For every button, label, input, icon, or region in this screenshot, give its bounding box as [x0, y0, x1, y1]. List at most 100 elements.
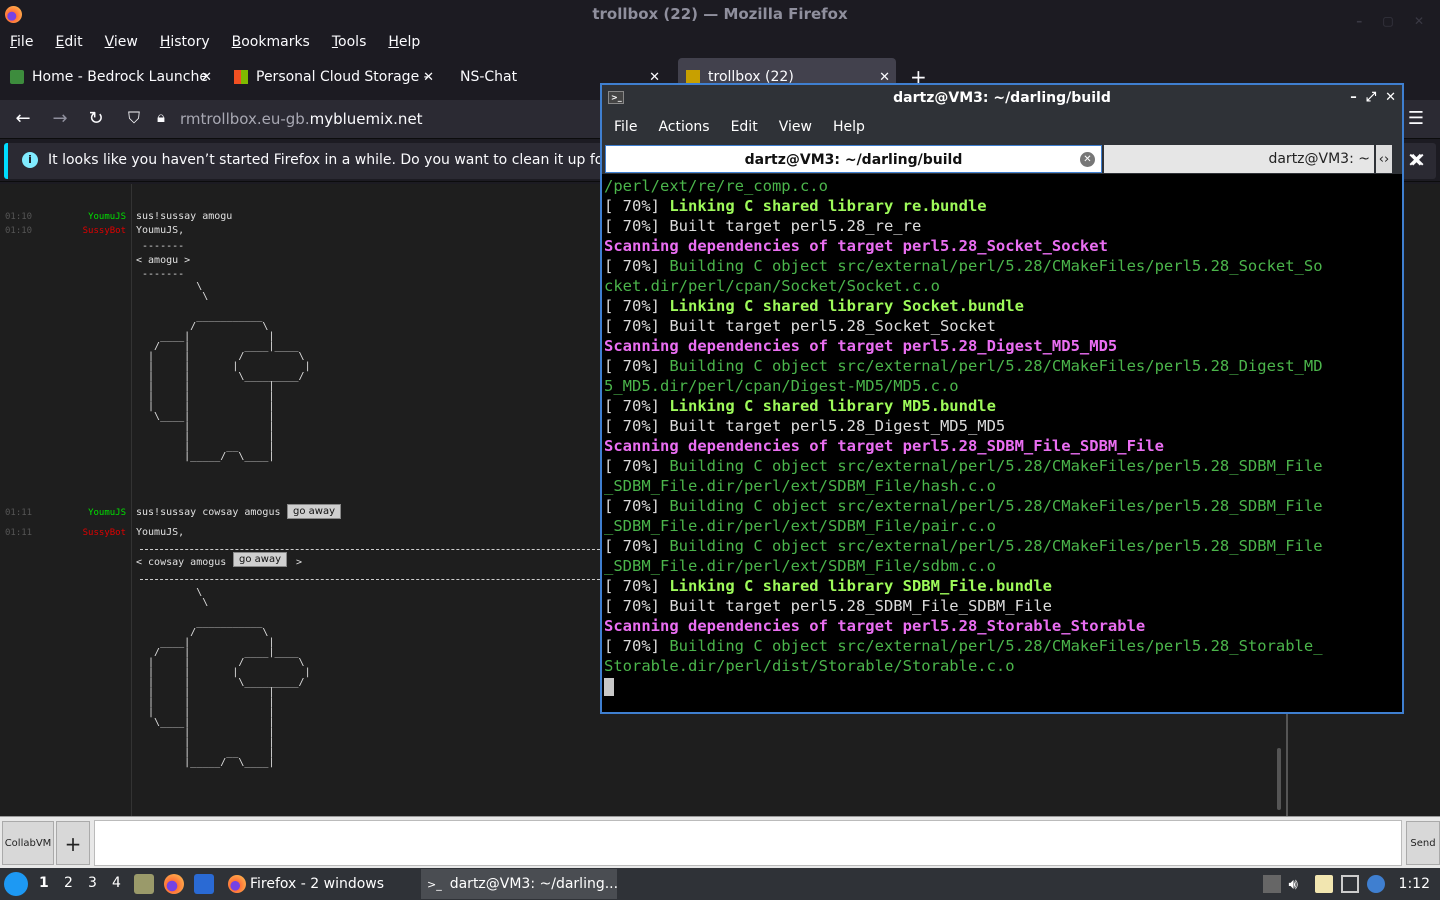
menu-edit[interactable]: Edit	[731, 119, 758, 135]
terminal-prompt-line	[604, 676, 1400, 696]
terminal-line-segment: Linking C shared library re.bundle	[669, 197, 987, 215]
terminal-line-segment: Scanning dependencies of target perl5.28…	[604, 237, 1108, 255]
terminal-tab-active[interactable]: dartz@VM3: ~/darling/build ✕	[605, 145, 1102, 173]
desktop-icon[interactable]	[194, 874, 214, 894]
close-tab-icon[interactable]: ✕	[1080, 152, 1095, 167]
go-away-button[interactable]: go away	[233, 552, 287, 567]
terminal-line-segment: [ 70%]	[604, 457, 670, 475]
menu-tools[interactable]: Tools	[332, 34, 367, 50]
file-manager-icon[interactable]	[134, 874, 154, 894]
start-menu-icon[interactable]	[4, 872, 28, 896]
terminal-line: Storable.dir/perl/dist/Storable/Storable…	[604, 656, 1400, 676]
network-icon[interactable]	[1340, 875, 1359, 893]
menu-help[interactable]: Help	[388, 34, 420, 50]
bedrock-icon	[10, 70, 24, 84]
terminal-line-segment: Building C object src/external/perl/5.28…	[669, 357, 1323, 375]
taskbar-firefox[interactable]: Firefox - 2 windows	[222, 869, 418, 899]
terminal-menubar: File Actions Edit View Help	[602, 111, 1402, 143]
back-arrow-icon[interactable]: ←	[12, 108, 34, 129]
terminal-line-segment: Building C object src/external/perl/5.28…	[669, 257, 1323, 275]
close-tab-icon[interactable]: ✕	[423, 70, 434, 85]
menu-view[interactable]: View	[105, 34, 138, 50]
terminal-line-segment: Building C object src/external/perl/5.28…	[669, 637, 1323, 655]
terminal-line: cket.dir/perl/cpan/Socket/Socket.c.o	[604, 276, 1400, 296]
task-label: dartz@VM3: ~/darling...	[449, 876, 619, 892]
message-text: YoumuJS,	[136, 527, 185, 538]
maximize-icon[interactable]: ⤢	[1366, 90, 1376, 105]
go-away-button[interactable]: go away	[287, 504, 341, 519]
menu-file[interactable]: File	[10, 34, 33, 50]
terminal-line-segment: cket.dir/perl/cpan/Socket/Socket.c.o	[604, 277, 940, 295]
url-bar[interactable]: rmtrollbox.eu-gb.mybluemix.net	[120, 105, 610, 133]
message-input[interactable]	[94, 820, 1402, 866]
room-button[interactable]: CollabVM	[2, 821, 54, 865]
message-nick[interactable]: SussyBot	[0, 528, 126, 538]
taskbar: 1 2 3 4 Firefox - 2 windows >_ dartz@VM3…	[0, 868, 1440, 900]
terminal-line: [ 70%] Building C object src/external/pe…	[604, 536, 1400, 556]
add-room-button[interactable]: +	[56, 821, 90, 865]
eject-icon[interactable]	[1262, 875, 1281, 893]
menu-file[interactable]: File	[614, 119, 637, 135]
terminal-line: [ 70%] Linking C shared library Socket.b…	[604, 296, 1400, 316]
chat-scrollbar[interactable]	[1277, 748, 1281, 810]
terminal-line: [ 70%] Built target perl5.28_Digest_MD5_…	[604, 416, 1400, 436]
terminal-line: [ 70%] Building C object src/external/pe…	[604, 256, 1400, 276]
terminal-line: [ 70%] Building C object src/external/pe…	[604, 456, 1400, 476]
menu-view[interactable]: View	[779, 119, 812, 135]
volume-icon[interactable]: 🔊︎	[1289, 875, 1307, 893]
terminal-tab-other[interactable]: dartz@VM3: ~	[1104, 145, 1374, 173]
terminal-line-segment: [ 70%]	[604, 397, 670, 415]
firefox-logo-icon	[5, 6, 22, 23]
terminal-output[interactable]: /perl/ext/re/re_comp.c.o[ 70%] Linking C…	[604, 176, 1400, 712]
workspace-2[interactable]: 2	[64, 875, 73, 891]
notice-close-icon[interactable]: ✕	[1407, 148, 1424, 172]
menu-bookmarks[interactable]: Bookmarks	[232, 34, 310, 50]
reload-icon[interactable]: ↻	[85, 108, 107, 129]
terminal-window[interactable]: >_ dartz@VM3: ~/darling/build – ⤢ ✕ File A…	[600, 83, 1404, 714]
workspace-4[interactable]: 4	[112, 875, 121, 891]
terminal-line: 5_MD5.dir/perl/cpan/Digest-MD5/MD5.c.o	[604, 376, 1400, 396]
terminal-title: dartz@VM3: ~/darling/build	[893, 90, 1111, 106]
terminal-line-segment: _SDBM_File.dir/perl/ext/SDBM_File/hash.c…	[604, 477, 996, 495]
terminal-line: [ 70%] Built target perl5.28_re_re	[604, 216, 1400, 236]
tab-cloud-storage[interactable]: Personal Cloud Storage - ✕	[234, 58, 440, 96]
terminal-line: _SDBM_File.dir/perl/ext/SDBM_File/pair.c…	[604, 516, 1400, 536]
close-tab-icon[interactable]: ✕	[201, 70, 212, 85]
menu-help[interactable]: Help	[833, 119, 865, 135]
message-nick[interactable]: SussyBot	[0, 226, 126, 236]
workspace-1[interactable]: 1	[39, 875, 49, 891]
tab-bedrock[interactable]: Home - Bedrock Launche ✕	[10, 58, 215, 96]
terminal-line: [ 70%] Building C object src/external/pe…	[604, 496, 1400, 516]
terminal-line-segment: Scanning dependencies of target perl5.28…	[604, 337, 1118, 355]
minimize-icon[interactable]: –	[1350, 90, 1357, 105]
trollbox-icon	[686, 70, 700, 84]
windows-logo-icon	[234, 70, 248, 84]
updates-icon[interactable]	[1366, 875, 1385, 893]
menu-edit[interactable]: Edit	[55, 34, 82, 50]
menu-actions[interactable]: Actions	[658, 119, 709, 135]
tab-scroll-arrows[interactable]: ‹›	[1376, 145, 1392, 173]
menu-history[interactable]: History	[160, 34, 210, 50]
hamburger-menu-icon[interactable]: ☰	[1405, 108, 1427, 129]
amogus-ascii-art: \ \ ___________ / \ ____| | / | ____|___…	[148, 281, 311, 462]
close-icon[interactable]: ✕	[1385, 90, 1396, 105]
terminal-line-segment: Linking C shared library Socket.bundle	[669, 297, 1024, 315]
terminal-line-segment: Scanning dependencies of target perl5.28…	[604, 437, 1164, 455]
firefox-icon[interactable]	[164, 874, 184, 894]
firefox-icon	[228, 875, 246, 893]
url-text[interactable]: rmtrollbox.eu-gb.mybluemix.net	[180, 110, 423, 128]
message-nick[interactable]: YoumuJS	[0, 508, 126, 518]
terminal-line-segment: [ 70%]	[604, 357, 670, 375]
terminal-cursor	[604, 677, 614, 696]
clipboard-icon[interactable]	[1314, 875, 1333, 893]
terminal-line-segment: [ 70%]	[604, 197, 670, 215]
terminal-title-bar[interactable]: >_ dartz@VM3: ~/darling/build – ⤢ ✕	[602, 85, 1402, 111]
forward-arrow-icon[interactable]: →	[49, 108, 71, 129]
terminal-line: [ 70%] Building C object src/external/pe…	[604, 356, 1400, 376]
message-text: sus!sussay amogu	[136, 211, 233, 222]
send-button[interactable]: Send	[1406, 821, 1440, 865]
taskbar-terminal[interactable]: >_ dartz@VM3: ~/darling...	[421, 869, 619, 899]
message-text: sus!sussay cowsay amogus	[136, 507, 281, 518]
workspace-3[interactable]: 3	[88, 875, 97, 891]
message-nick[interactable]: YoumuJS	[0, 212, 126, 222]
